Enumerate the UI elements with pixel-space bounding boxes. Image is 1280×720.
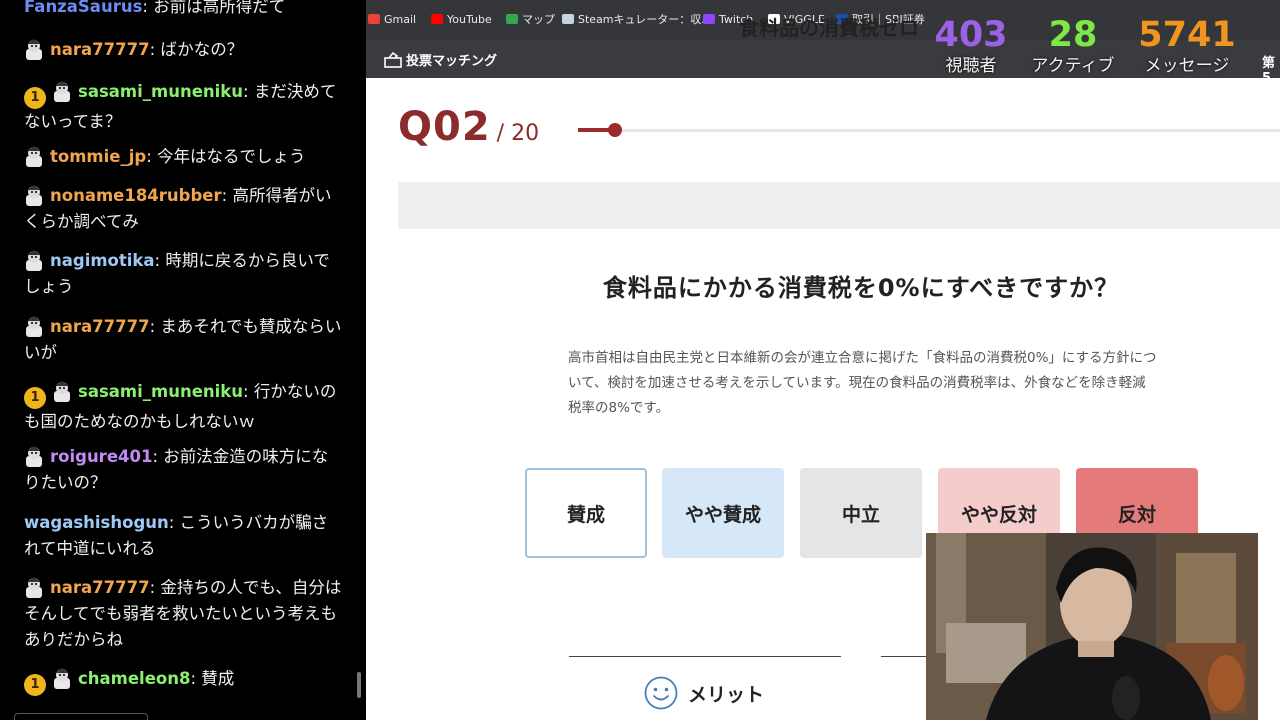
header-partial-label: 第5 — [1262, 56, 1276, 86]
merit-divider — [569, 656, 841, 657]
merit-label: メリット — [688, 684, 765, 706]
chat-colon: : — [243, 382, 254, 401]
webcam-image — [926, 533, 1258, 720]
chat-message: FanzaSaurus: お前は高所得だて — [24, 0, 342, 20]
option-neutral-button[interactable]: 中立 — [800, 468, 922, 558]
chat-username[interactable]: FanzaSaurus — [24, 0, 142, 16]
chat-colon: : — [168, 513, 180, 532]
viewers-label: 視聴者 — [945, 56, 997, 76]
chat-username[interactable]: nagimotika — [50, 251, 155, 270]
site-logo[interactable]: 投票マッチング — [384, 50, 497, 69]
chat-input-edge[interactable] — [14, 713, 148, 720]
chat-colon: : — [142, 0, 154, 16]
smile-icon — [644, 676, 678, 710]
question-number: Q02/ 20 — [398, 104, 539, 150]
question-index: Q02 — [398, 104, 491, 150]
chat-username[interactable]: sasami_muneniku — [78, 82, 243, 101]
chat-username[interactable]: roigure401 — [50, 447, 152, 466]
chat-badge-icon — [24, 184, 44, 206]
chat-username[interactable]: chameleon8 — [78, 669, 190, 688]
progress-knob — [608, 123, 622, 137]
chat-colon: : — [146, 147, 157, 166]
chat-text: 今年はなるでしょう — [157, 147, 306, 166]
chat-message: nara77777: 金持ちの人でも、自分はそんしてでも弱者を救いたいという考え… — [24, 575, 342, 653]
chat-message: noname184rubber: 高所得者がいくらか調べてみ — [24, 183, 342, 235]
chat-message: nara77777: まあそれでも賛成ならいいが — [24, 314, 342, 366]
chat-message: 1 sasami_muneniku: 行かないのも国のためなのかもしれないｗ — [24, 379, 342, 435]
chat-colon: : — [190, 669, 202, 688]
chat-badge-icon — [24, 249, 44, 271]
chat-badge-icon — [52, 80, 72, 102]
option-somewhat-agree-button[interactable]: やや賛成 — [662, 468, 784, 558]
subscriber-badge-icon: 1 — [24, 87, 46, 109]
chat-message: nagimotika: 時期に戻るから良いでしょう — [24, 248, 342, 300]
chat-message: 1 sasami_muneniku: まだ決めてないってま？ — [24, 79, 342, 135]
chat-colon: : — [221, 186, 233, 205]
chat-colon: : — [243, 82, 254, 101]
progress-track — [578, 129, 1280, 132]
chat-colon: : — [154, 251, 166, 270]
question-text: 食料品にかかる消費税を0%にすべきですか？ — [602, 274, 1120, 302]
chat-message: wagashishogun: こういうバカが騙されて中道にいれる — [24, 510, 342, 562]
chat-username[interactable]: noname184rubber — [50, 186, 222, 205]
ballot-logo-icon — [384, 52, 402, 68]
chat-username[interactable]: wagashishogun — [24, 513, 169, 532]
chat-badge-icon — [24, 445, 44, 467]
chat-colon: : — [152, 447, 164, 466]
subscriber-badge-icon: 1 — [24, 387, 46, 409]
chat-text: お前は高所得だて — [153, 0, 286, 16]
chat-badge-icon — [24, 38, 44, 60]
merit-heading: メリット — [644, 676, 764, 710]
chat-username[interactable]: nara77777 — [50, 40, 150, 59]
webcam-overlay — [926, 533, 1258, 720]
active-label: アクティブ — [1031, 56, 1115, 76]
subscriber-badge-icon: 1 — [24, 674, 46, 696]
site-logo-text: 投票マッチング — [406, 54, 498, 69]
chat-colon: : — [149, 40, 161, 59]
chat-scrollbar[interactable] — [357, 672, 361, 698]
chat-badge-icon — [52, 667, 72, 689]
chat-badge-icon — [24, 315, 44, 337]
chat-badge-icon — [24, 145, 44, 167]
chat-message: nara77777: ばかなの？ — [24, 37, 342, 63]
chat-message: tommie_jp: 今年はなるでしょう — [24, 144, 342, 170]
chat-username[interactable]: nara77777 — [50, 578, 150, 597]
chat-message: 1 chameleon8: 賛成 — [24, 666, 342, 696]
chat-panel: FanzaSaurus: お前は高所得だて nara77777: ばかなの？ 1 sa… — [0, 0, 366, 720]
messages-label: メッセージ — [1144, 56, 1230, 76]
chat-badge-icon — [24, 576, 44, 598]
chat-username[interactable]: nara77777 — [50, 317, 150, 336]
topic-title: 食料品の消費税ゼロ — [739, 16, 919, 40]
chat-colon: : — [149, 317, 161, 336]
chat-message: roigure401: お前法金造の味方になりたいの？ — [24, 444, 342, 496]
chat-text: 賛成 — [201, 669, 235, 688]
option-agree-button[interactable]: 賛成 — [525, 468, 647, 558]
chat-colon: : — [149, 578, 161, 597]
chat-badge-icon — [52, 380, 72, 402]
chat-username[interactable]: tommie_jp — [50, 147, 146, 166]
topic-bar — [398, 182, 1280, 229]
chat-username[interactable]: sasami_muneniku — [78, 382, 243, 401]
question-total: / 20 — [496, 121, 540, 146]
question-description: 高市首相は自由民主党と日本維新の会が連立合意に掲げた「食料品の消費税0%」にする… — [568, 350, 1157, 416]
chat-text: ばかなの？ — [160, 40, 244, 59]
